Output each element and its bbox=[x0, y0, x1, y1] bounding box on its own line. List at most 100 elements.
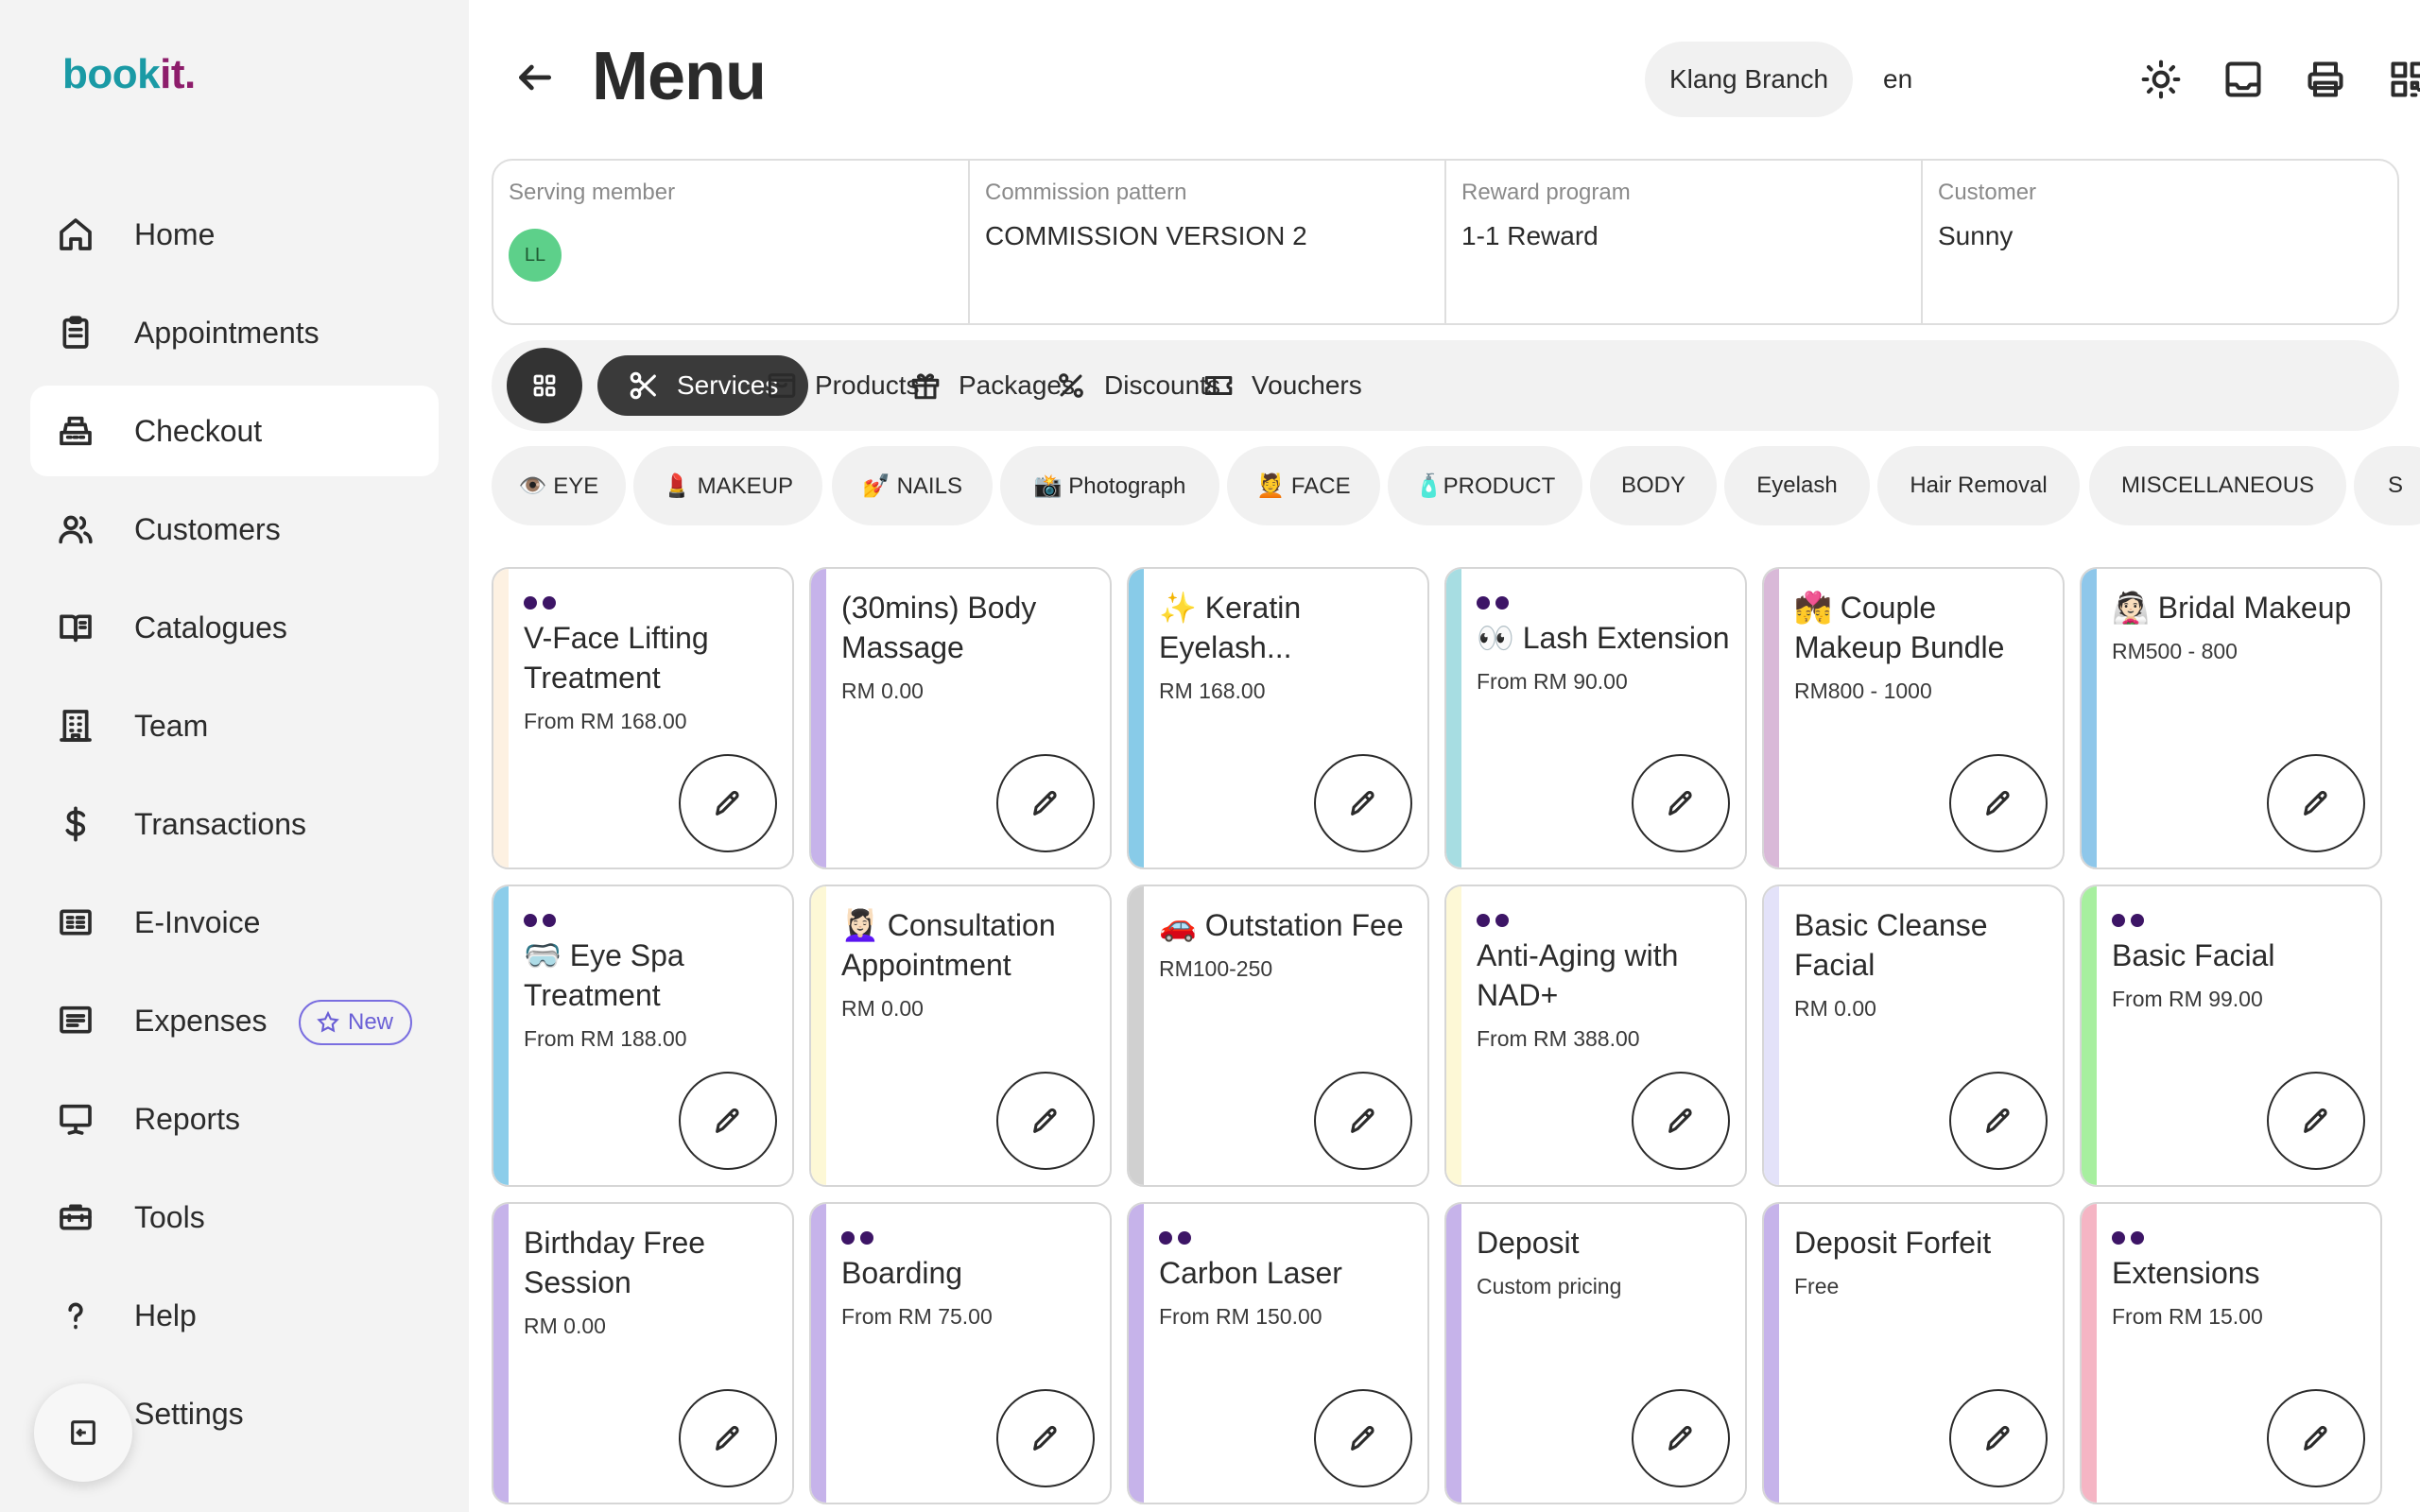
edit-service-button[interactable] bbox=[1632, 754, 1730, 852]
service-card[interactable]: 💏 Couple Makeup Bundle RM800 - 1000 bbox=[1762, 567, 2065, 869]
pencil-icon bbox=[1986, 790, 2010, 816]
edit-service-button[interactable] bbox=[2267, 1389, 2365, 1487]
language-selector[interactable]: en bbox=[1883, 64, 1912, 94]
sidebar-item-label: Catalogues bbox=[134, 610, 287, 644]
edit-service-button[interactable] bbox=[1314, 1072, 1412, 1170]
service-price: From RM 150.00 bbox=[1159, 1304, 1322, 1329]
avatar[interactable]: LL bbox=[509, 229, 562, 282]
category-chip[interactable]: 💆 FACE bbox=[1227, 446, 1380, 525]
sidebar-item-expenses[interactable]: Expenses New bbox=[30, 975, 439, 1066]
sidebar-item-team[interactable]: Team bbox=[30, 680, 439, 771]
service-card[interactable]: ✨ Keratin Eyelash... RM 168.00 bbox=[1127, 567, 1429, 869]
edit-service-button[interactable] bbox=[1632, 1072, 1730, 1170]
category-chip[interactable]: 📸 Photograph bbox=[1000, 446, 1219, 525]
serving-member-field[interactable]: Serving member LL bbox=[493, 161, 970, 323]
commission-pattern-field[interactable]: Commission pattern COMMISSION VERSION 2 bbox=[970, 161, 1446, 323]
category-chip[interactable]: 👁️ EYE bbox=[492, 446, 626, 525]
sidebar-item-help[interactable]: Help bbox=[30, 1270, 439, 1361]
edit-service-button[interactable] bbox=[996, 1072, 1095, 1170]
category-chip[interactable]: S bbox=[2354, 446, 2420, 525]
edit-service-button[interactable] bbox=[2267, 1072, 2365, 1170]
category-chip[interactable]: Eyelash bbox=[1724, 446, 1870, 525]
service-card[interactable]: 👰🏻 Bridal Makeup RM500 - 800 bbox=[2080, 567, 2382, 869]
sidebar-item-checkout[interactable]: Checkout bbox=[30, 386, 439, 476]
back-button[interactable] bbox=[514, 57, 560, 102]
edit-service-button[interactable] bbox=[679, 754, 777, 852]
service-card[interactable]: 🥽 Eye Spa Treatment From RM 188.00 bbox=[492, 885, 794, 1187]
edit-service-button[interactable] bbox=[679, 1389, 777, 1487]
edit-service-button[interactable] bbox=[679, 1072, 777, 1170]
edit-service-button[interactable] bbox=[1949, 1072, 2048, 1170]
sidebar-item-appointments[interactable]: Appointments bbox=[30, 287, 439, 378]
pencil-icon bbox=[1033, 1108, 1057, 1133]
service-card[interactable]: Basic Facial From RM 99.00 bbox=[2080, 885, 2382, 1187]
service-name: 👀 Lash Extension bbox=[1477, 621, 1730, 655]
pencil-icon bbox=[1351, 790, 1374, 816]
service-color-strip bbox=[1446, 886, 1461, 1185]
category-chip[interactable]: Hair Removal bbox=[1877, 446, 2080, 525]
grid-view-button[interactable] bbox=[507, 348, 582, 423]
category-chip[interactable]: 💅 NAILS bbox=[832, 446, 993, 525]
category-chip[interactable]: MISCELLANEOUS bbox=[2089, 446, 2346, 525]
edit-service-button[interactable] bbox=[996, 754, 1095, 852]
service-color-strip bbox=[1446, 569, 1461, 868]
edit-service-button[interactable] bbox=[1949, 1389, 2048, 1487]
service-card[interactable]: 💆🏻‍♀️ Consultation Appointment RM 0.00 bbox=[809, 885, 1112, 1187]
pencil-icon bbox=[1668, 790, 1692, 816]
sidebar-item-reports[interactable]: Reports bbox=[30, 1074, 439, 1164]
print-button[interactable] bbox=[2303, 57, 2348, 102]
service-price: RM100-250 bbox=[1159, 956, 1273, 981]
customer-field[interactable]: Customer Sunny bbox=[1923, 161, 2397, 323]
pencil-icon bbox=[2304, 790, 2327, 816]
service-card[interactable]: V-Face Lifting Treatment From RM 168.00 bbox=[492, 567, 794, 869]
sidebar-item-transactions[interactable]: Transactions bbox=[30, 779, 439, 869]
service-card[interactable]: Deposit Forfeit Free bbox=[1762, 1202, 2065, 1504]
gift-icon bbox=[911, 373, 940, 400]
reward-program-field[interactable]: Reward program 1-1 Reward bbox=[1446, 161, 1923, 323]
service-price: From RM 388.00 bbox=[1477, 1026, 1640, 1051]
inbox-button[interactable] bbox=[2221, 57, 2266, 102]
checkout-info: Serving member LL Commission pattern COM… bbox=[492, 159, 2399, 325]
category-chip[interactable]: 🧴PRODUCT bbox=[1388, 446, 1582, 525]
service-card[interactable]: Boarding From RM 75.00 bbox=[809, 1202, 1112, 1504]
service-card[interactable]: Birthday Free Session RM 0.00 bbox=[492, 1202, 794, 1504]
category-chip[interactable]: 💄 MAKEUP bbox=[633, 446, 822, 525]
edit-service-button[interactable] bbox=[996, 1389, 1095, 1487]
service-card[interactable]: Carbon Laser From RM 150.00 bbox=[1127, 1202, 1429, 1504]
service-name: 💏 Couple Makeup Bundle bbox=[1794, 591, 2005, 664]
tab-vouchers[interactable]: Vouchers bbox=[1172, 355, 1392, 416]
variant-dots bbox=[1477, 905, 1730, 936]
service-card[interactable]: Basic Cleanse Facial RM 0.00 bbox=[1762, 885, 2065, 1187]
service-card[interactable]: Deposit Custom pricing bbox=[1444, 1202, 1747, 1504]
variant-dots bbox=[2112, 1223, 2365, 1253]
pencil-icon bbox=[1668, 1108, 1692, 1133]
service-card[interactable]: Anti-Aging with NAD+ From RM 388.00 bbox=[1444, 885, 1747, 1187]
sidebar-item-customers[interactable]: Customers bbox=[30, 484, 439, 575]
collapse-sidebar-button[interactable] bbox=[34, 1383, 132, 1482]
edit-service-button[interactable] bbox=[1949, 754, 2048, 852]
service-card[interactable]: (30mins) Body Massage RM 0.00 bbox=[809, 567, 1112, 869]
presentation-icon bbox=[55, 1098, 96, 1140]
edit-service-button[interactable] bbox=[1314, 754, 1412, 852]
sidebar-item-tools[interactable]: Tools bbox=[30, 1172, 439, 1263]
service-card[interactable]: 👀 Lash Extension From RM 90.00 bbox=[1444, 567, 1747, 869]
sidebar-item-e-invoice[interactable]: E-Invoice bbox=[30, 877, 439, 968]
sidebar-item-catalogues[interactable]: Catalogues bbox=[30, 582, 439, 673]
theme-toggle-button[interactable] bbox=[2138, 57, 2184, 102]
app-logo[interactable]: bookit. bbox=[62, 51, 196, 98]
service-card[interactable]: 🚗 Outstation Fee RM100-250 bbox=[1127, 885, 1429, 1187]
book-open-icon bbox=[55, 607, 96, 648]
edit-service-button[interactable] bbox=[2267, 754, 2365, 852]
edit-service-button[interactable] bbox=[1314, 1389, 1412, 1487]
category-chip[interactable]: BODY bbox=[1590, 446, 1717, 525]
invoice-icon bbox=[55, 902, 96, 943]
sidebar-item-label: Team bbox=[134, 708, 209, 743]
edit-service-button[interactable] bbox=[1632, 1389, 1730, 1487]
catalog-tabs: Services Products Packages Discounts Vou… bbox=[492, 340, 2399, 431]
sidebar-item-home[interactable]: Home bbox=[30, 189, 439, 280]
cash-register-icon bbox=[55, 410, 96, 452]
branch-selector[interactable]: Klang Branch bbox=[1645, 42, 1854, 117]
service-name: Extensions bbox=[2112, 1256, 2260, 1290]
service-card[interactable]: Extensions From RM 15.00 bbox=[2080, 1202, 2382, 1504]
printer-icon bbox=[2308, 61, 2343, 97]
